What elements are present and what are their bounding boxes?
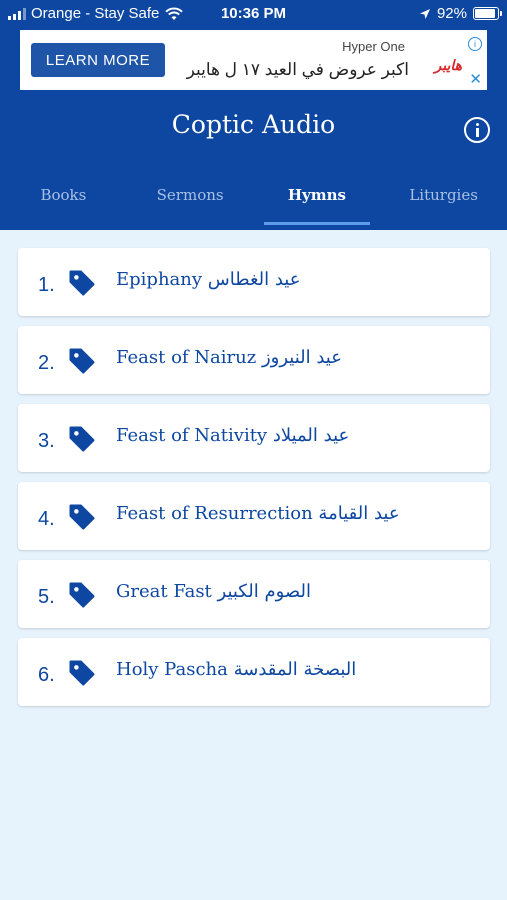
ad-logo: هايبر bbox=[434, 57, 463, 73]
tab-sermons[interactable]: Sermons bbox=[127, 178, 254, 230]
item-number: 3. bbox=[38, 430, 55, 452]
status-right: 92% bbox=[419, 5, 502, 22]
tag-icon bbox=[69, 270, 95, 296]
location-arrow-icon bbox=[419, 8, 430, 19]
battery-icon bbox=[473, 7, 502, 20]
item-label: Feast of Nativity عيد الميلاد bbox=[116, 425, 350, 446]
tag-icon bbox=[69, 504, 95, 530]
tag-icon bbox=[69, 426, 95, 452]
ad-info-icon[interactable]: i bbox=[468, 37, 482, 51]
tag-icon bbox=[69, 660, 95, 686]
list-item[interactable]: 2. Feast of Nairuz عيد النيروز bbox=[18, 326, 490, 394]
list-item[interactable]: 1. Epiphany عيد الغطاس bbox=[18, 248, 490, 316]
list-item[interactable]: 6. Holy Pascha البصخة المقدسة bbox=[18, 638, 490, 706]
hymn-list: 1. Epiphany عيد الغطاس 2. Feast of Nairu… bbox=[18, 248, 490, 716]
ad-brand: Hyper One bbox=[342, 39, 405, 54]
item-number: 6. bbox=[38, 664, 55, 686]
item-number: 1. bbox=[38, 274, 55, 296]
learn-more-button[interactable]: LEARN MORE bbox=[31, 43, 165, 77]
item-number: 2. bbox=[38, 352, 55, 374]
item-number: 4. bbox=[38, 508, 55, 530]
item-label: Great Fast الصوم الكبير bbox=[116, 581, 311, 602]
ad-banner[interactable]: LEARN MORE Hyper One اكبر عروض في العيد … bbox=[20, 30, 487, 90]
tag-icon bbox=[69, 348, 95, 374]
item-label: Holy Pascha البصخة المقدسة bbox=[116, 659, 357, 680]
app-header: LEARN MORE Hyper One اكبر عروض في العيد … bbox=[0, 28, 507, 230]
item-label: Feast of Resurrection عيد القيامة bbox=[116, 503, 400, 524]
ad-close-icon[interactable]: ✕ bbox=[469, 72, 482, 87]
item-label: Epiphany عيد الغطاس bbox=[116, 269, 301, 290]
item-number: 5. bbox=[38, 586, 55, 608]
tab-hymns[interactable]: Hymns bbox=[254, 178, 381, 230]
ad-text: اكبر عروض في العيد ١٧ ل هايبر bbox=[186, 60, 409, 79]
info-icon[interactable] bbox=[464, 117, 490, 143]
item-label: Feast of Nairuz عيد النيروز bbox=[116, 347, 342, 368]
tab-books[interactable]: Books bbox=[0, 178, 127, 230]
list-item[interactable]: 4. Feast of Resurrection عيد القيامة bbox=[18, 482, 490, 550]
tab-liturgies[interactable]: Liturgies bbox=[380, 178, 507, 230]
tag-icon bbox=[69, 582, 95, 608]
list-item[interactable]: 5. Great Fast الصوم الكبير bbox=[18, 560, 490, 628]
page-title: Coptic Audio bbox=[171, 110, 336, 139]
tab-bar: Books Sermons Hymns Liturgies bbox=[0, 178, 507, 230]
battery-percent: 92% bbox=[436, 5, 467, 22]
list-item[interactable]: 3. Feast of Nativity عيد الميلاد bbox=[18, 404, 490, 472]
status-bar: Orange - Stay Safe 10:36 PM 92% bbox=[0, 0, 507, 28]
